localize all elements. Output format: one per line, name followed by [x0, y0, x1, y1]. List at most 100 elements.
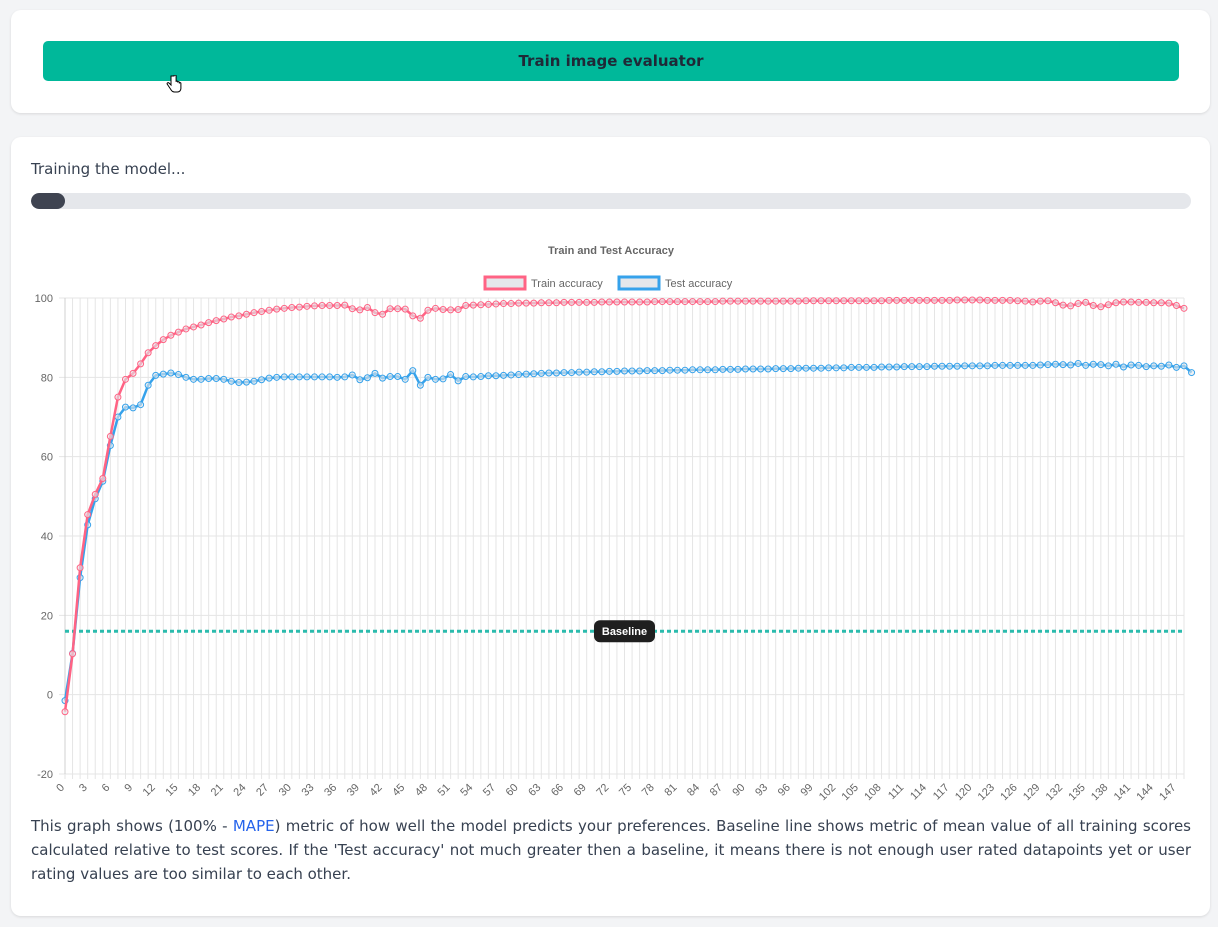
test-accuracy-point [1044, 361, 1052, 369]
test-accuracy-point [802, 364, 810, 372]
train-accuracy-point [1082, 298, 1090, 306]
train-accuracy-point [999, 296, 1007, 304]
test-accuracy-point [741, 365, 749, 373]
test-accuracy-point [673, 366, 681, 374]
train-card: Train image evaluator [11, 10, 1210, 113]
train-accuracy-point [552, 299, 560, 307]
x-tick-label: 75 [617, 782, 634, 799]
train-accuracy-point [696, 298, 704, 306]
train-accuracy-point [862, 297, 870, 305]
train-accuracy-point [1157, 299, 1165, 307]
test-accuracy-point [915, 363, 923, 371]
test-accuracy-point [946, 362, 954, 370]
test-accuracy-point [696, 366, 704, 374]
train-accuracy-point [174, 328, 182, 336]
x-tick-label: 99 [798, 782, 815, 799]
x-tick-label: 3 [77, 782, 90, 795]
x-tick-label: 63 [526, 782, 543, 799]
x-tick-label: 126 [998, 782, 1019, 803]
test-accuracy-point [893, 363, 901, 371]
train-accuracy-point [424, 306, 432, 314]
test-accuracy-point [363, 374, 371, 382]
train-accuracy-point [991, 296, 999, 304]
train-accuracy-point [99, 474, 107, 482]
test-accuracy-point [333, 373, 341, 381]
test-accuracy-point [371, 369, 379, 377]
train-accuracy-point [946, 296, 954, 304]
train-accuracy-point [182, 325, 190, 333]
test-accuracy-point [530, 370, 538, 378]
test-accuracy-point [348, 371, 356, 379]
train-accuracy-point [205, 319, 213, 327]
train-image-evaluator-button[interactable]: Train image evaluator [43, 41, 1179, 81]
train-accuracy-point [651, 298, 659, 306]
mape-link[interactable]: MAPE [233, 817, 275, 835]
train-accuracy-point [439, 306, 447, 314]
train-accuracy-point [719, 297, 727, 305]
train-accuracy-point [847, 297, 855, 305]
test-accuracy-point [454, 377, 462, 385]
test-accuracy-point [273, 373, 281, 381]
train-accuracy-point [1180, 304, 1188, 312]
test-accuracy-point [621, 367, 628, 375]
train-accuracy-point [318, 302, 326, 310]
test-accuracy-point [303, 373, 311, 381]
test-accuracy-point [1074, 359, 1082, 367]
x-tick-label: 72 [594, 782, 611, 799]
x-tick-label: 102 [817, 782, 838, 803]
test-accuracy-point [439, 375, 447, 383]
train-accuracy-point [1074, 300, 1082, 308]
x-tick-label: 96 [776, 782, 793, 799]
train-accuracy-point [197, 321, 205, 329]
test-accuracy-point [1006, 361, 1014, 369]
test-accuracy-point [953, 362, 961, 370]
train-accuracy-point [1014, 297, 1022, 305]
x-tick-label: 78 [640, 782, 657, 799]
train-accuracy-point [469, 301, 477, 309]
x-tick-label: 27 [254, 782, 271, 799]
x-tick-label: 45 [390, 782, 407, 799]
train-accuracy-point [121, 375, 129, 383]
test-accuracy-point [515, 371, 523, 379]
test-accuracy-point [356, 376, 364, 384]
test-accuracy-point [152, 371, 160, 379]
x-tick-label: 36 [322, 782, 339, 799]
train-accuracy-point [61, 708, 69, 716]
test-accuracy-point [689, 366, 697, 374]
test-accuracy-point [416, 381, 424, 389]
train-accuracy-point [893, 296, 901, 304]
x-tick-label: 12 [141, 782, 158, 799]
train-accuracy-point [235, 312, 243, 320]
train-accuracy-point [938, 296, 946, 304]
train-accuracy-point [341, 301, 349, 309]
x-tick-label: 120 [953, 782, 974, 803]
train-accuracy-point [1029, 298, 1037, 306]
train-accuracy-point [1059, 301, 1067, 309]
train-accuracy-point [295, 303, 303, 311]
legend-swatch-train [483, 275, 527, 291]
train-accuracy-point [575, 298, 583, 306]
test-accuracy-point [492, 372, 500, 380]
test-accuracy-point [242, 378, 250, 386]
description-text-start: This graph shows (100% - [31, 817, 233, 835]
train-accuracy-point [363, 304, 371, 312]
test-accuracy-point [825, 364, 833, 372]
test-accuracy-point [1112, 360, 1120, 368]
train-accuracy-point [628, 298, 636, 306]
train-accuracy-point [303, 302, 311, 310]
test-accuracy-point [560, 369, 568, 377]
test-accuracy-point [605, 367, 613, 375]
train-accuracy-point [91, 490, 99, 498]
test-accuracy-point [159, 370, 167, 378]
test-accuracy-point [749, 365, 757, 373]
train-accuracy-point [76, 564, 84, 572]
test-accuracy-point [137, 401, 145, 409]
y-tick-label: 0 [47, 690, 53, 702]
test-accuracy-point [575, 368, 583, 376]
train-accuracy-point [401, 305, 409, 313]
train-accuracy-point [114, 393, 122, 401]
x-tick-label: 90 [730, 782, 747, 799]
test-accuracy-point [787, 365, 795, 373]
x-tick-label: 18 [186, 782, 203, 799]
x-tick-label: 0 [54, 782, 67, 795]
